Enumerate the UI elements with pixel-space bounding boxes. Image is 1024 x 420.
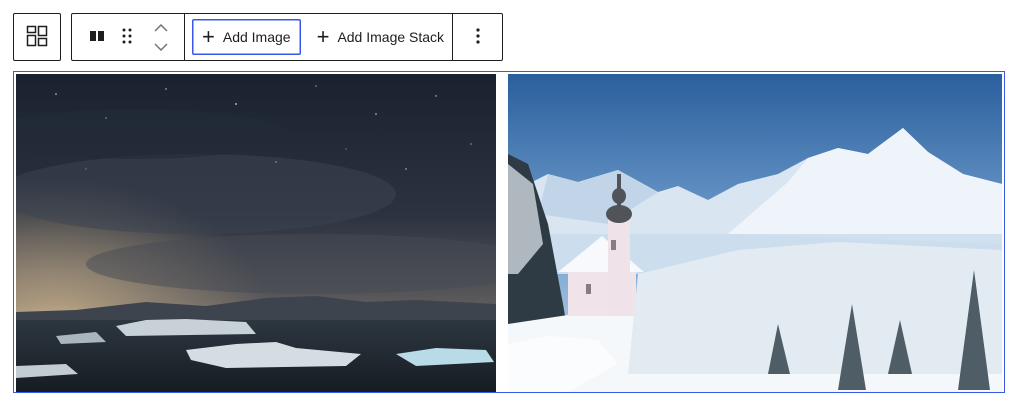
alpine-chapel-photo: [508, 74, 1002, 392]
gallery-columns-icon: [88, 27, 106, 48]
block-controls-group: [72, 14, 184, 60]
add-image-stack-button[interactable]: + Add Image Stack: [307, 19, 454, 55]
block-type-button[interactable]: [82, 19, 112, 55]
options-group: [452, 14, 502, 60]
move-down-button[interactable]: [154, 39, 168, 54]
select-parent-block-button[interactable]: [13, 13, 61, 61]
add-image-button[interactable]: + Add Image: [192, 19, 301, 55]
chevron-up-icon: [154, 20, 168, 35]
plus-icon: +: [316, 24, 330, 49]
block-toolbar: + Add Image + Add Image Stack: [71, 13, 503, 61]
add-controls-group: + Add Image + Add Image Stack: [184, 14, 452, 60]
more-options-button[interactable]: [463, 19, 493, 55]
chevron-down-icon: [154, 39, 168, 54]
more-vertical-icon: [475, 27, 480, 48]
gallery-image-alpine-chapel[interactable]: [508, 74, 1002, 392]
drag-handle-button[interactable]: [112, 19, 142, 55]
add-image-label: Add Image: [222, 29, 291, 45]
block-movers: [146, 17, 176, 57]
grid-layout-icon: [25, 24, 49, 51]
add-image-stack-label: Add Image Stack: [337, 29, 445, 45]
plus-icon: +: [202, 24, 215, 49]
move-up-button[interactable]: [154, 20, 168, 35]
gallery-image-night-sky[interactable]: [16, 74, 496, 392]
gallery-block[interactable]: [13, 71, 1005, 393]
drag-handle-icon: [120, 27, 134, 48]
night-sky-photo: [16, 74, 496, 392]
